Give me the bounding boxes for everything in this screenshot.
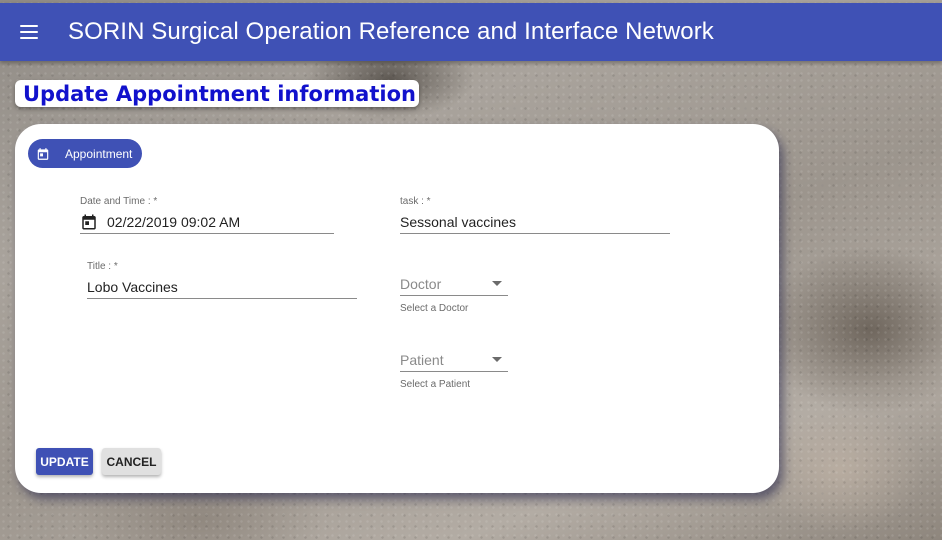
app-bar: SORIN Surgical Operation Reference and I… xyxy=(0,3,942,61)
calendar-icon[interactable] xyxy=(80,213,98,231)
datetime-field[interactable]: Date and Time : * 02/22/2019 09:02 AM xyxy=(80,196,334,234)
app-title: SORIN Surgical Operation Reference and I… xyxy=(68,18,714,45)
patient-placeholder: Patient xyxy=(400,351,444,368)
patient-helper-text: Select a Patient xyxy=(400,379,471,390)
task-label: task : * xyxy=(400,196,431,207)
task-input[interactable]: Sessonal vaccines xyxy=(400,210,670,234)
page-title: Update Appointment information xyxy=(23,81,416,106)
calendar-icon xyxy=(36,147,50,161)
cancel-button[interactable]: CANCEL xyxy=(102,448,161,475)
menu-icon[interactable] xyxy=(20,25,38,39)
appointment-chip[interactable]: Appointment xyxy=(28,139,142,168)
title-field[interactable]: Title : * Lobo Vaccines xyxy=(87,261,357,299)
task-value: Sessonal vaccines xyxy=(400,213,516,230)
title-input[interactable]: Lobo Vaccines xyxy=(87,275,357,299)
page-title-box: Update Appointment information xyxy=(15,80,419,107)
doctor-select[interactable]: Doctor Select a Doctor xyxy=(400,272,508,314)
doctor-dropdown[interactable]: Doctor xyxy=(400,272,508,296)
doctor-placeholder: Doctor xyxy=(400,275,442,292)
patient-select[interactable]: Patient Select a Patient xyxy=(400,348,508,390)
patient-dropdown[interactable]: Patient xyxy=(400,348,508,372)
chip-label: Appointment xyxy=(65,146,133,161)
datetime-label: Date and Time : * xyxy=(80,196,158,207)
chevron-down-icon xyxy=(492,357,502,362)
update-button[interactable]: UPDATE xyxy=(36,448,93,475)
task-field[interactable]: task : * Sessonal vaccines xyxy=(400,196,670,234)
datetime-input[interactable]: 02/22/2019 09:02 AM xyxy=(80,210,334,234)
appointment-form-card: Appointment Date and Time : * 02/22/2019… xyxy=(15,124,779,493)
chevron-down-icon xyxy=(492,281,502,286)
title-value: Lobo Vaccines xyxy=(87,278,178,295)
doctor-helper-text: Select a Doctor xyxy=(400,303,469,314)
datetime-value: 02/22/2019 09:02 AM xyxy=(107,213,241,230)
title-label: Title : * xyxy=(87,261,118,272)
